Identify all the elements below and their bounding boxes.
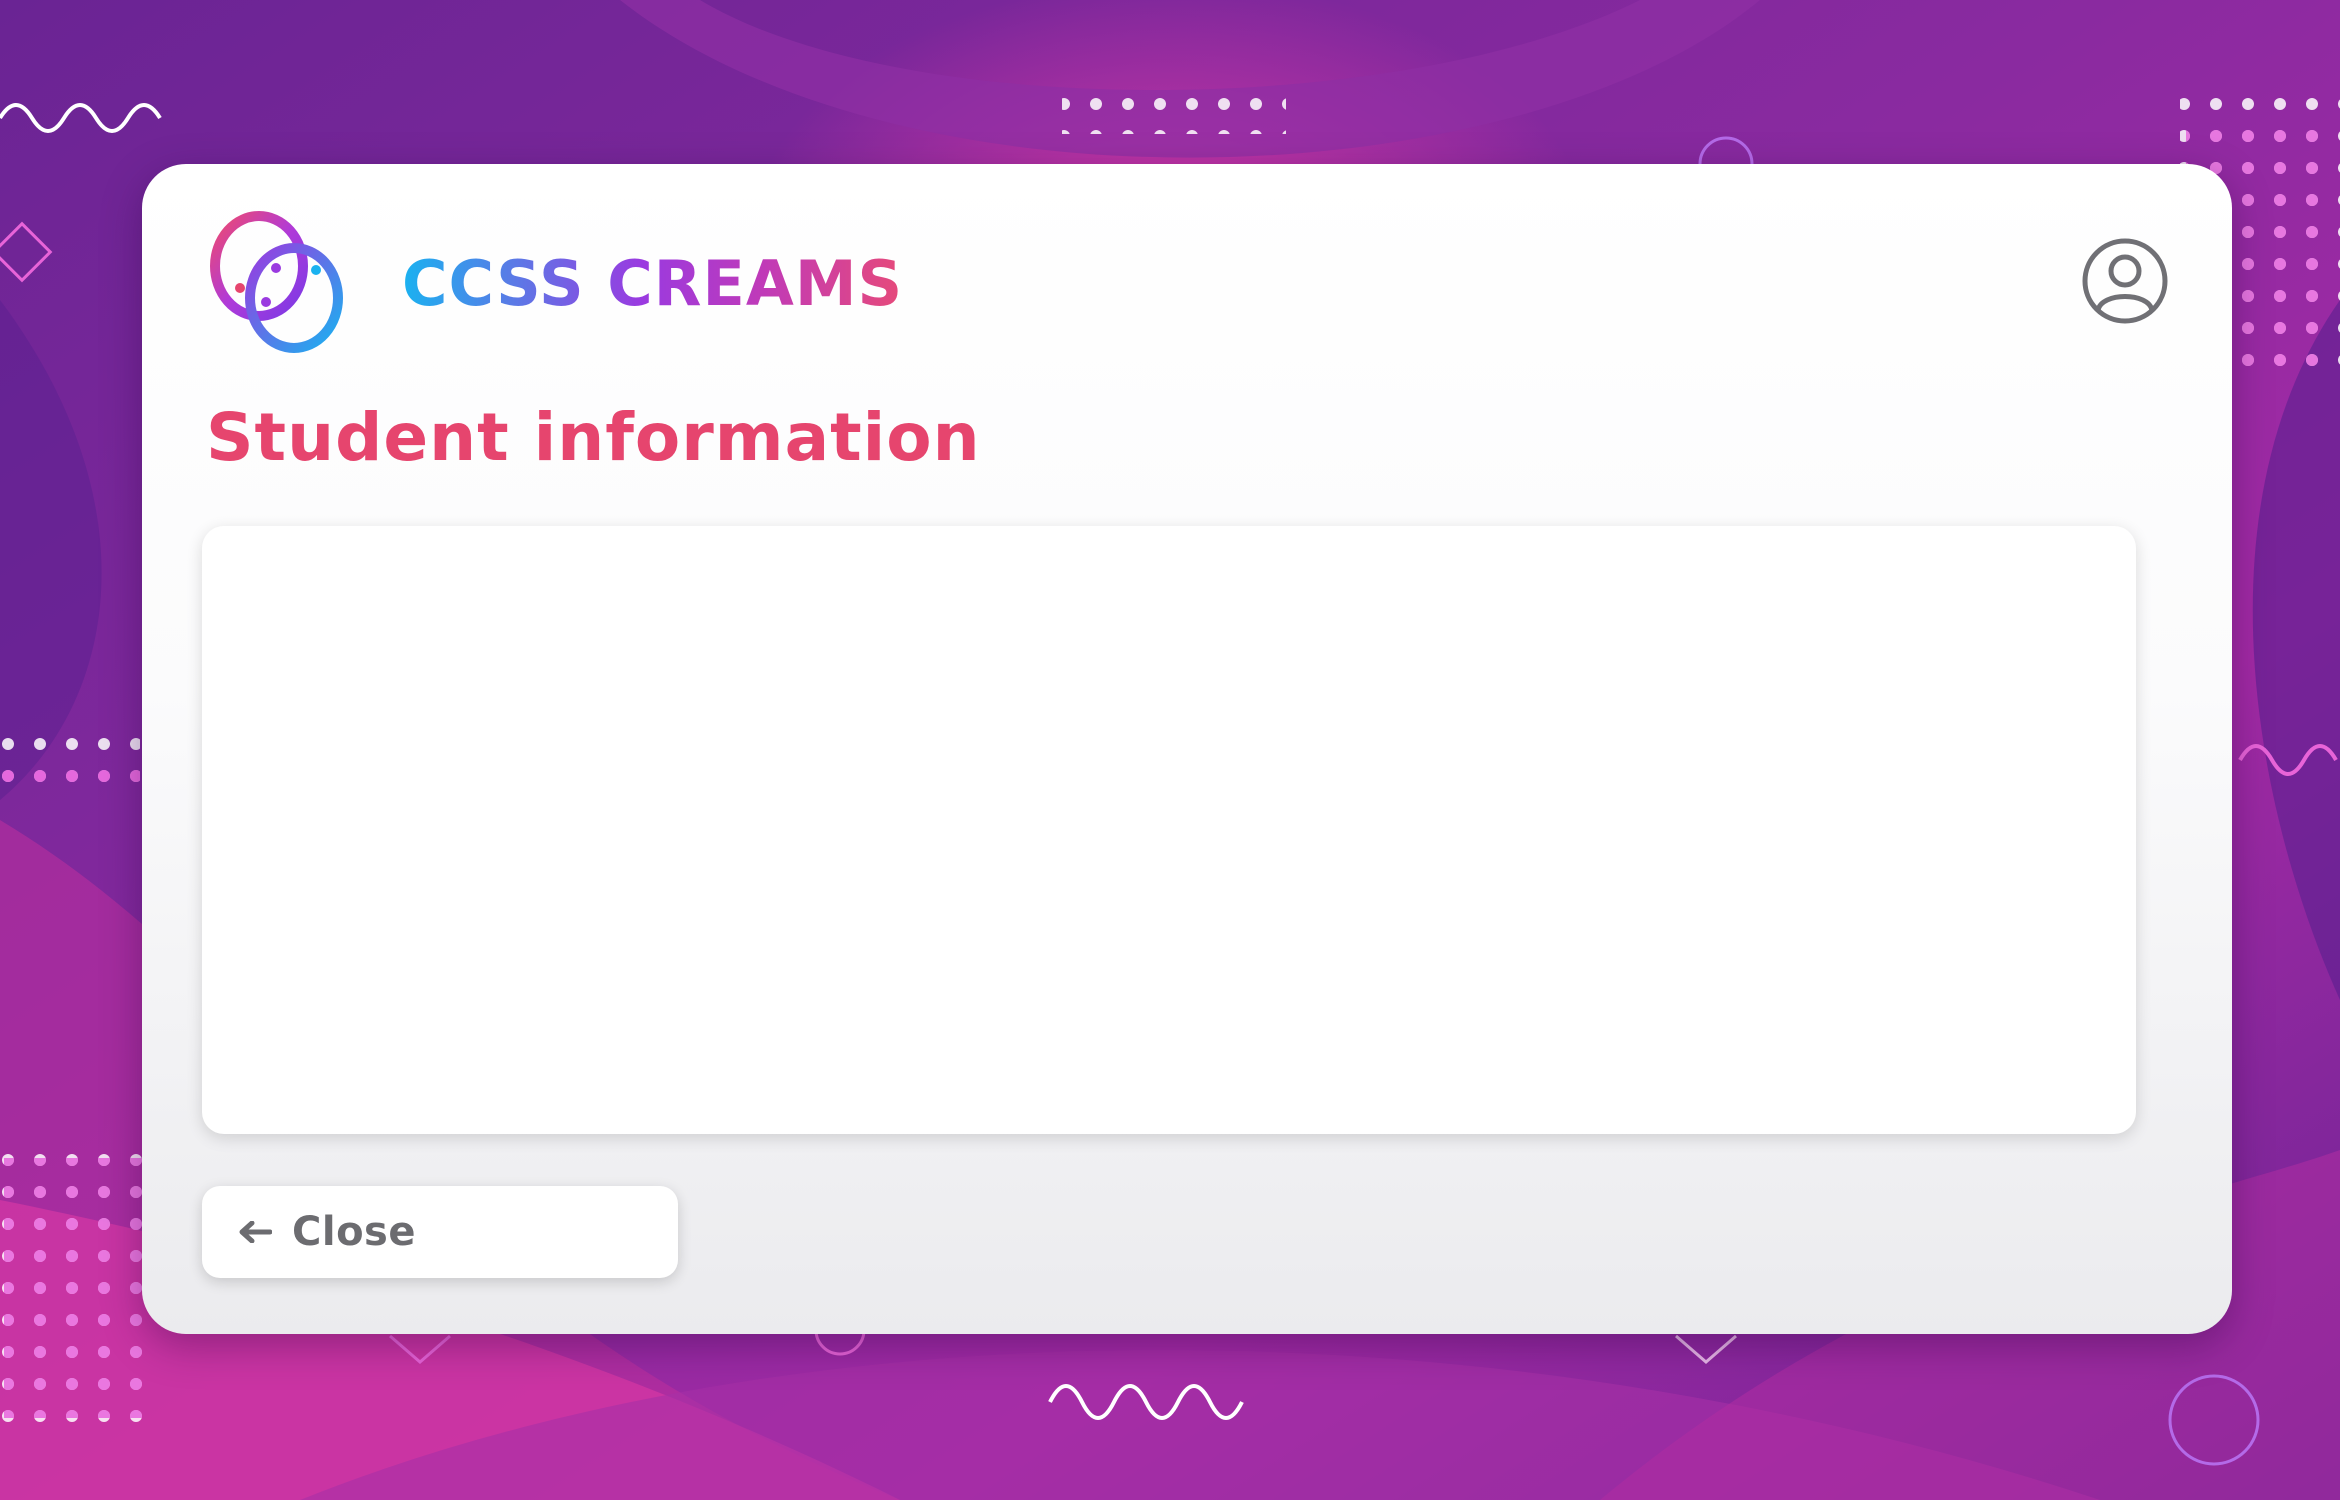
page-title: Student information bbox=[206, 399, 981, 476]
brand-name: CCSS CREAMS bbox=[402, 244, 903, 324]
close-button-label: Close bbox=[292, 1209, 416, 1255]
user-account-icon[interactable] bbox=[2080, 236, 2170, 326]
arrow-left-icon bbox=[239, 1221, 272, 1243]
student-information-panel bbox=[202, 526, 2136, 1134]
ccss-creams-logo-icon bbox=[210, 211, 343, 353]
main-card: CCSS CREAMS Student information Close bbox=[142, 164, 2232, 1334]
close-button[interactable]: Close bbox=[202, 1186, 678, 1278]
